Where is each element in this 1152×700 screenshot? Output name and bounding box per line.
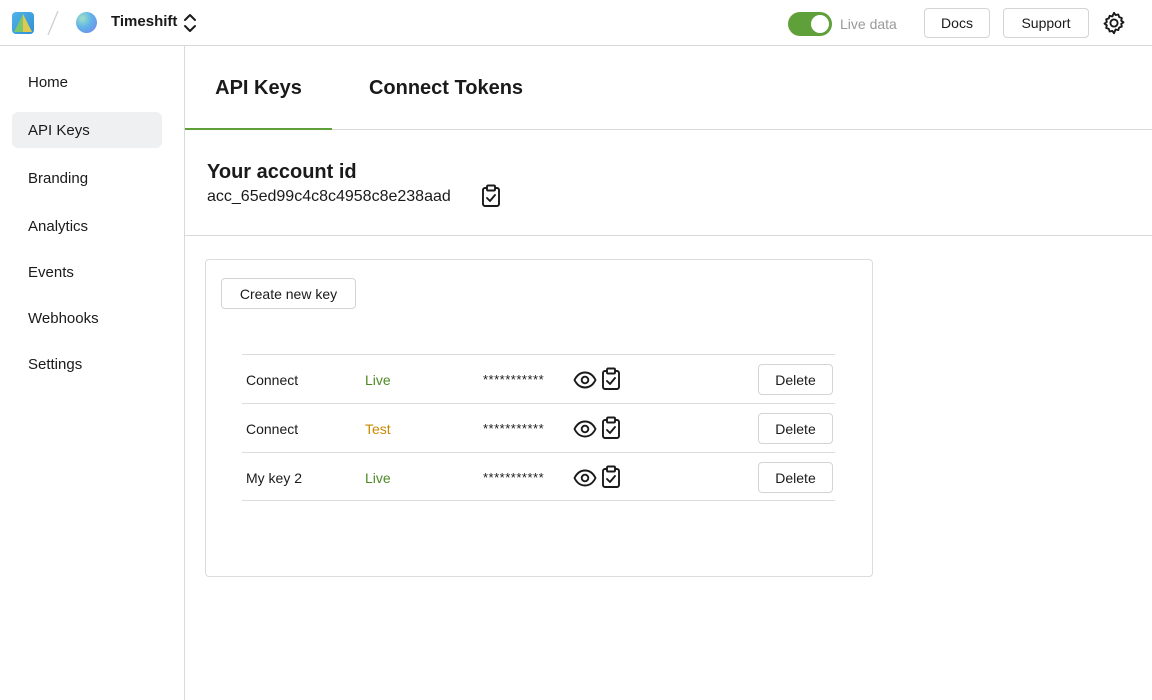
delete-key-button[interactable]: Delete [758, 462, 833, 493]
top-bar: Timeshift Live data Docs Support [0, 0, 1152, 46]
app-logo-icon[interactable] [12, 12, 34, 34]
sidebar-item-settings[interactable]: Settings [12, 346, 162, 382]
clipboard-check-icon[interactable] [601, 367, 621, 391]
toggle-knob [811, 15, 829, 33]
live-data-toggle[interactable] [788, 12, 832, 36]
clipboard-check-icon[interactable] [481, 184, 501, 208]
sidebar: Home API Keys Branding Analytics Events … [0, 46, 185, 700]
docs-button[interactable]: Docs [924, 8, 990, 38]
table-row: Connect Live *********** Delete [242, 354, 835, 403]
breadcrumb-separator [47, 10, 59, 36]
table-row: My key 2 Live *********** Delete [242, 452, 835, 501]
delete-key-button[interactable]: Delete [758, 413, 833, 444]
key-name: My key 2 [246, 469, 303, 486]
tab-bar: API Keys Connect Tokens [185, 46, 1152, 130]
key-secret-masked: *********** [483, 421, 545, 436]
tab-connect-tokens[interactable]: Connect Tokens [353, 46, 539, 130]
project-name[interactable]: Timeshift [111, 13, 177, 30]
live-data-label: Live data [840, 16, 897, 32]
key-secret-masked: *********** [483, 470, 545, 485]
key-environment: Test [365, 420, 391, 437]
key-environment: Live [365, 469, 391, 486]
create-new-key-button[interactable]: Create new key [221, 278, 356, 309]
eye-icon[interactable] [573, 419, 597, 439]
sidebar-item-api-keys[interactable]: API Keys [12, 112, 162, 148]
api-keys-card: Create new key Connect Live *********** … [205, 259, 873, 577]
account-id: acc_65ed99c4c8c4958c8e238aad [207, 188, 451, 205]
clipboard-check-icon[interactable] [601, 416, 621, 440]
table-row: Connect Test *********** Delete [242, 403, 835, 452]
key-secret-masked: *********** [483, 372, 545, 387]
account-title: Your account id [207, 161, 357, 183]
sidebar-item-analytics[interactable]: Analytics [12, 208, 162, 244]
clipboard-check-icon[interactable] [601, 465, 621, 489]
project-avatar[interactable] [76, 12, 97, 33]
chevron-up-down-icon[interactable] [182, 12, 198, 34]
sidebar-item-branding[interactable]: Branding [12, 160, 162, 196]
eye-icon[interactable] [573, 468, 597, 488]
support-button[interactable]: Support [1003, 8, 1089, 38]
key-environment: Live [365, 371, 391, 388]
delete-key-button[interactable]: Delete [758, 364, 833, 395]
eye-icon[interactable] [573, 370, 597, 390]
sidebar-item-events[interactable]: Events [12, 254, 162, 290]
sidebar-item-webhooks[interactable]: Webhooks [12, 300, 162, 336]
account-section: Your account id acc_65ed99c4c8c4958c8e23… [185, 130, 1152, 236]
key-name: Connect [246, 371, 299, 388]
sidebar-item-home[interactable]: Home [12, 64, 162, 100]
api-keys-table: Connect Live *********** Delete Connect … [242, 354, 835, 501]
tab-api-keys[interactable]: API Keys [185, 46, 332, 130]
gear-icon[interactable] [1102, 11, 1126, 35]
key-name: Connect [246, 420, 299, 437]
